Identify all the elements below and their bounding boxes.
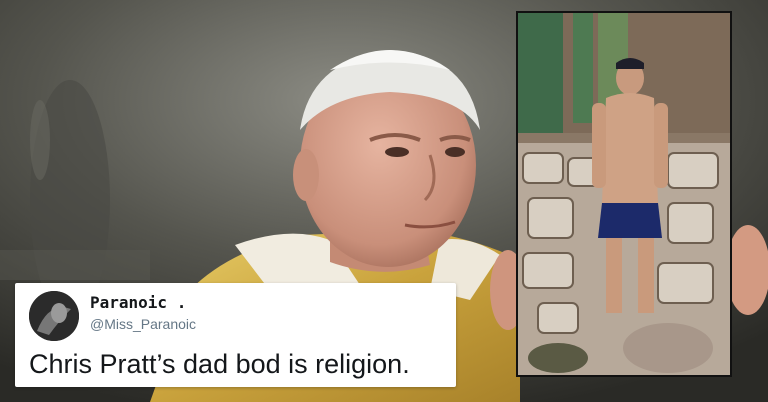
- user-avatar-icon[interactable]: [29, 291, 79, 341]
- tweet-text: Chris Pratt’s dad bod is religion.: [29, 349, 410, 379]
- inset-photo: [516, 11, 732, 377]
- user-handle[interactable]: @Miss_Paranoic: [90, 316, 196, 332]
- tweet-card: Paranoic . @Miss_Paranoic Chris Pratt’s …: [15, 283, 456, 387]
- display-name[interactable]: Paranoic .: [90, 293, 186, 312]
